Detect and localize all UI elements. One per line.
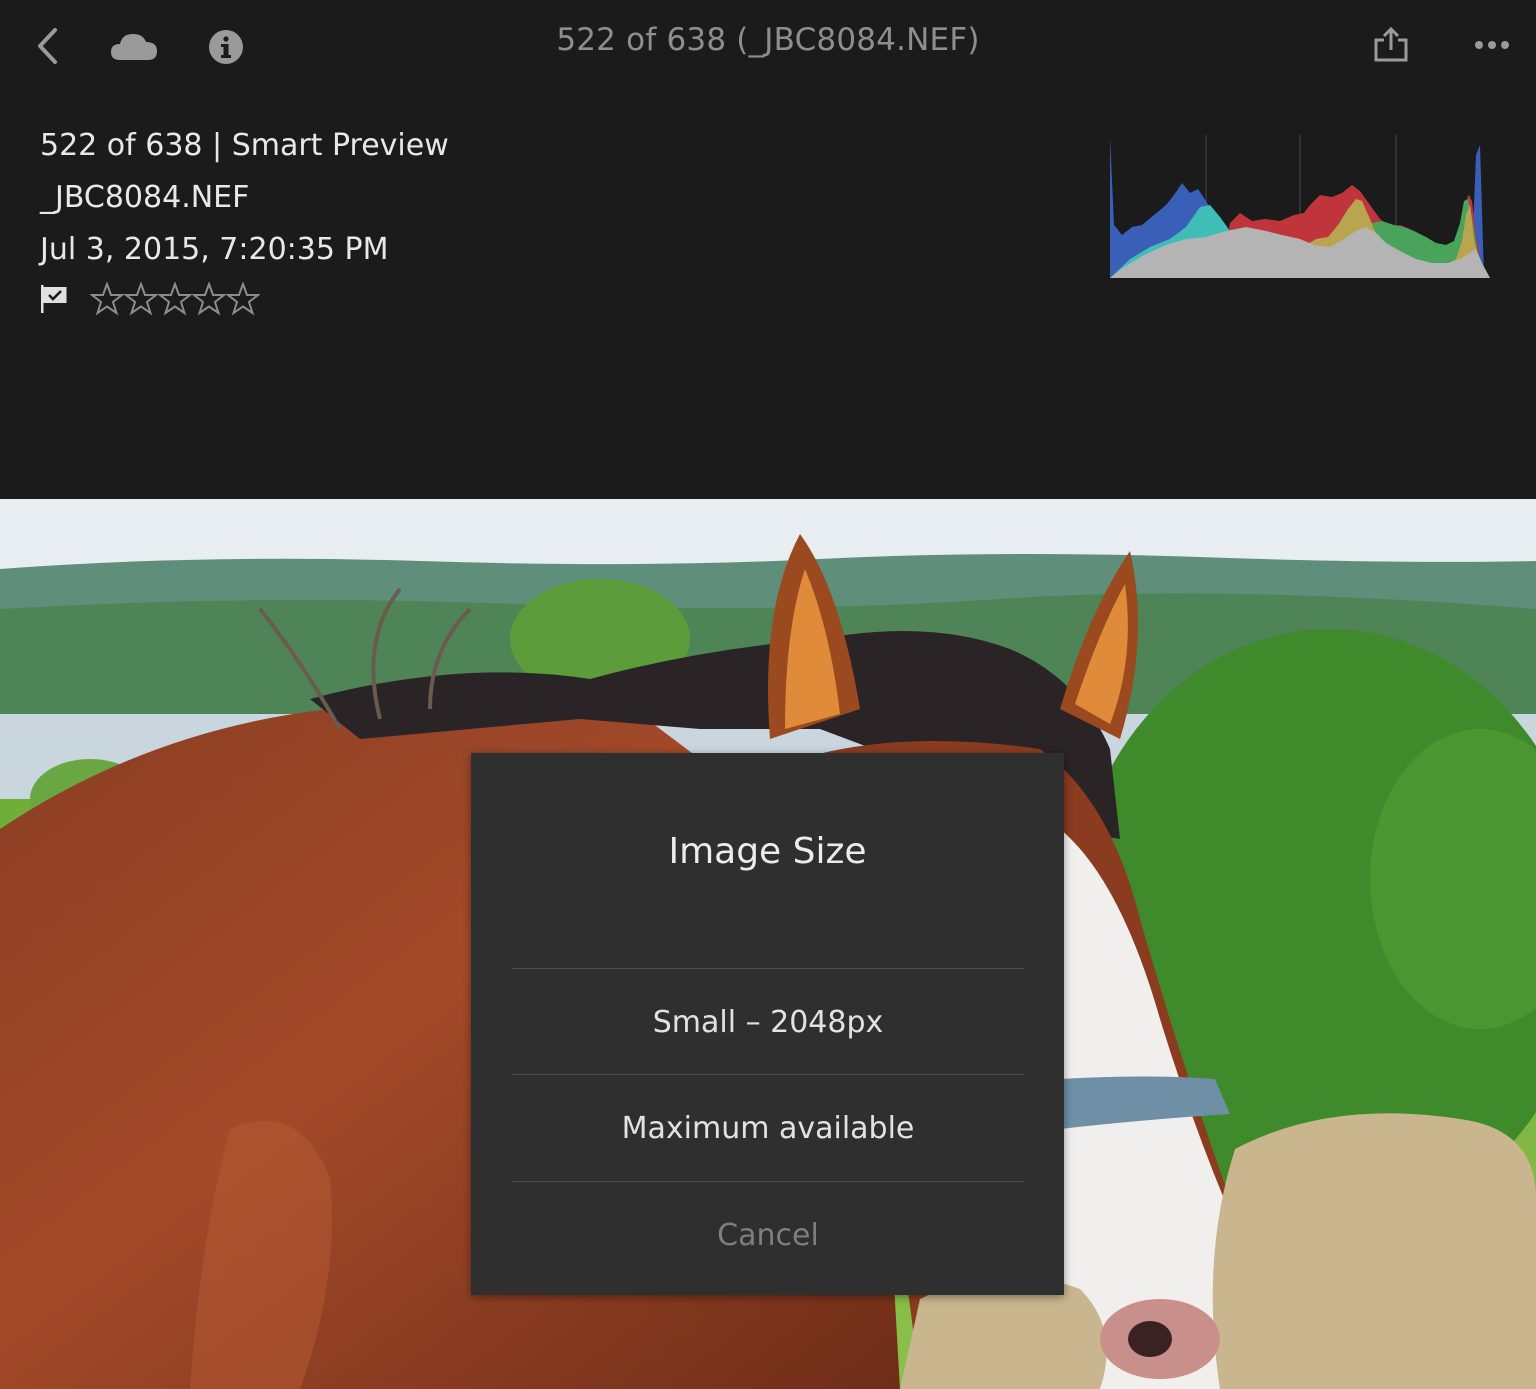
- flag-icon[interactable]: [40, 283, 70, 315]
- photo-info: 522 of 638 | Smart Preview _JBC8084.NEF …: [40, 122, 449, 278]
- dialog-title: Image Size: [668, 831, 867, 872]
- histogram: [1110, 135, 1490, 278]
- star-outline-icon[interactable]: [124, 282, 158, 316]
- star-rating[interactable]: [90, 282, 260, 316]
- cancel-button[interactable]: Cancel: [512, 1181, 1024, 1288]
- capture-date: Jul 3, 2015, 7:20:35 PM: [40, 232, 389, 267]
- page-title: 522 of 638 (_JBC8084.NEF): [556, 22, 980, 58]
- star-outline-icon[interactable]: [192, 282, 226, 316]
- navigation-bar: 522 of 638 (_JBC8084.NEF): [0, 0, 1536, 92]
- flag-and-rating: [40, 282, 260, 316]
- star-outline-icon[interactable]: [226, 282, 260, 316]
- image-size-dialog: Image Size Small – 2048px Maximum availa…: [471, 753, 1064, 1295]
- file-name: _JBC8084.NEF: [40, 180, 250, 215]
- star-outline-icon[interactable]: [158, 282, 192, 316]
- more-icon[interactable]: [1470, 30, 1514, 60]
- small-size-option[interactable]: Small – 2048px: [512, 968, 1024, 1075]
- share-icon[interactable]: [1370, 24, 1412, 66]
- position-and-preview-label: 522 of 638 | Smart Preview: [40, 128, 449, 163]
- maximum-size-option[interactable]: Maximum available: [512, 1074, 1024, 1181]
- top-panel: 522 of 638 (_JBC8084.NEF) 522 of 638 | S…: [0, 0, 1536, 499]
- star-outline-icon[interactable]: [90, 282, 124, 316]
